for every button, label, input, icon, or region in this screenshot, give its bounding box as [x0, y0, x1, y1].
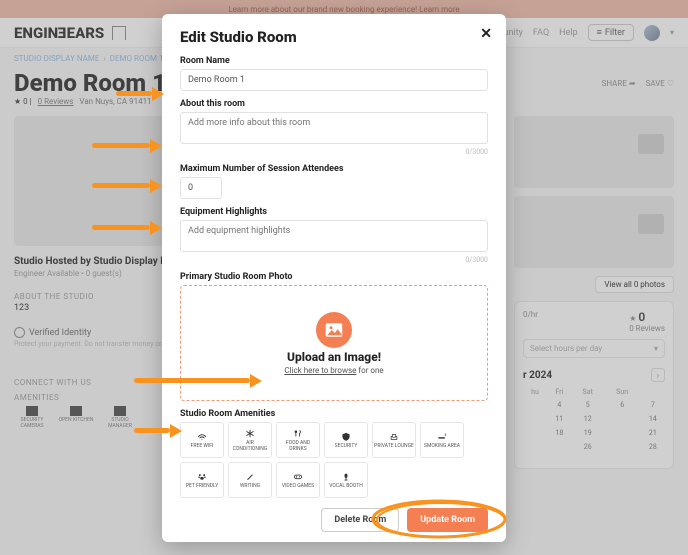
- max-attendees-label: Maximum Number of Session Attendees: [180, 164, 488, 174]
- about-char-count: 0/3000: [180, 148, 488, 156]
- close-icon[interactable]: ✕: [480, 26, 492, 42]
- amenity-option[interactable]: SMOKING AREA: [420, 422, 464, 458]
- upload-subtext: Click here to browse for one: [284, 366, 383, 375]
- max-attendees-input[interactable]: [180, 177, 222, 199]
- upload-title: Upload an Image!: [287, 350, 381, 364]
- amenity-option[interactable]: PRIVATE LOUNGE: [372, 422, 416, 458]
- equipment-input[interactable]: [180, 220, 488, 252]
- amenity-option[interactable]: SECURITY: [324, 422, 368, 458]
- amenity-option[interactable]: FREE WIFI: [180, 422, 224, 458]
- about-room-label: About this room: [180, 99, 488, 109]
- amenity-option[interactable]: VOCAL BOOTH: [324, 462, 368, 498]
- equipment-char-count: 0/3000: [180, 256, 488, 264]
- modal-title: Edit Studio Room: [180, 28, 488, 46]
- edit-studio-room-modal: Edit Studio Room ✕ Room Name About this …: [162, 14, 506, 542]
- image-upload-icon: [316, 312, 352, 348]
- amenity-option[interactable]: PET FRIENDLY: [180, 462, 224, 498]
- browse-link[interactable]: Click here to browse: [284, 366, 356, 375]
- upload-dropzone[interactable]: Upload an Image! Click here to browse fo…: [180, 285, 488, 401]
- primary-photo-label: Primary Studio Room Photo: [180, 272, 488, 282]
- amenity-option[interactable]: AIR CONDITIONING: [228, 422, 272, 458]
- delete-room-button[interactable]: Delete Room: [321, 508, 399, 532]
- amenity-option[interactable]: FOOD AND DRINKS: [276, 422, 320, 458]
- amenity-option[interactable]: VIDEO GAMES: [276, 462, 320, 498]
- update-room-button[interactable]: Update Room: [407, 508, 488, 532]
- room-name-input[interactable]: [180, 69, 488, 91]
- equipment-label: Equipment Highlights: [180, 207, 488, 217]
- room-name-label: Room Name: [180, 56, 488, 66]
- about-room-input[interactable]: [180, 112, 488, 144]
- amenity-option[interactable]: WRITING: [228, 462, 272, 498]
- amenities-modal-label: Studio Room Amenities: [180, 409, 488, 419]
